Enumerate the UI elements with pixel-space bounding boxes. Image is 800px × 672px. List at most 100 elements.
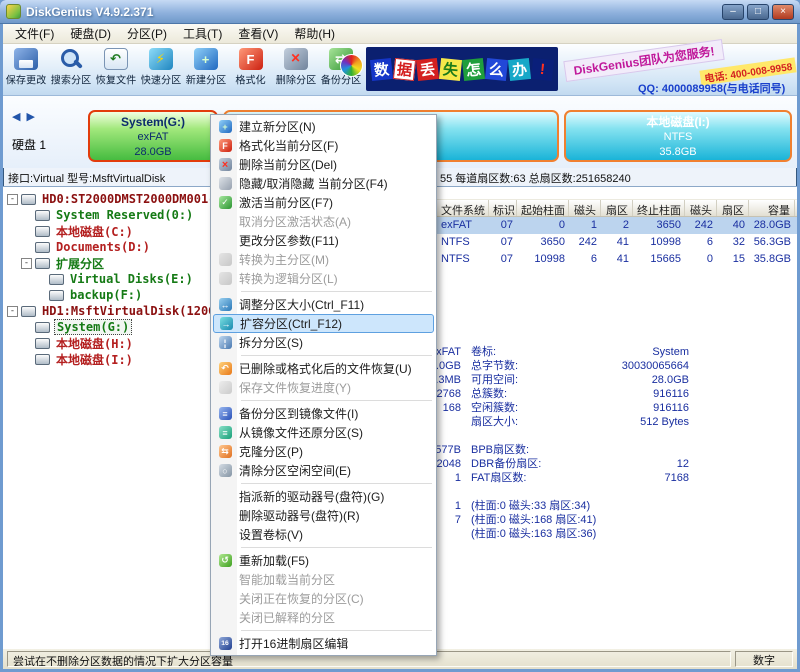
partition-blocks: System(G:)exFAT28.0GB本地磁盘(H:)NTFS56.3GB本…: [88, 110, 792, 162]
context-menu-item-4[interactable]: 激活当前分区(F7): [213, 193, 434, 212]
context-menu-item-14[interactable]: 已删除或格式化后的文件恢复(U): [213, 359, 434, 378]
tree-item-8[interactable]: System(G:): [5, 319, 229, 335]
toolbar-button-label: 恢复文件: [95, 73, 135, 88]
context-menu-item-1[interactable]: 格式化当前分区(F): [213, 136, 434, 155]
toolbar-new-partition-button[interactable]: 新建分区: [183, 44, 228, 88]
menu-separator: [241, 547, 432, 548]
drive-icon: [35, 226, 50, 237]
menu-item-label: 转换为逻辑分区(L): [239, 270, 338, 287]
backup-image-icon: [215, 407, 235, 420]
tree-item-4[interactable]: -扩展分区: [5, 255, 229, 271]
next-disk-arrow-icon[interactable]: ▶: [23, 111, 37, 123]
table-cell: 10998: [633, 234, 685, 251]
table-cell: 6: [569, 251, 601, 268]
context-menu-item-5: 取消分区激活状态(A): [213, 212, 434, 231]
tree-item-2[interactable]: 本地磁盘(C:): [5, 223, 229, 239]
details-label: (柱面:0 磁头:168 扇区:41): [471, 513, 601, 527]
menu-item-label: 克隆分区(P): [239, 443, 303, 460]
context-menu-item-19[interactable]: 克隆分区(P): [213, 442, 434, 461]
toolbar-format-button[interactable]: 格式化: [228, 44, 273, 88]
context-menu-item-27: 智能加载当前分区: [213, 570, 434, 589]
context-menu-item-11[interactable]: 扩容分区(Ctrl_F12): [213, 314, 434, 333]
partition-block-2[interactable]: 本地磁盘(I:)NTFS35.8GB: [564, 110, 792, 162]
search-icon: [59, 48, 83, 70]
context-menu-item-0[interactable]: 建立新分区(N): [213, 117, 434, 136]
table-cell: 07: [489, 217, 517, 234]
tree-item-1[interactable]: System Reserved(0:): [5, 207, 229, 223]
drive-icon: [35, 354, 50, 365]
table-cell: 41: [601, 251, 633, 268]
menu-item-label: 取消分区激活状态(A): [239, 213, 351, 230]
menu-item-label: 拆分分区(S): [239, 334, 303, 351]
menu-item-0[interactable]: 文件(F): [7, 23, 62, 44]
tree-collapse-icon[interactable]: -: [7, 306, 18, 317]
table-cell: NTFS: [437, 251, 489, 268]
tree-item-10[interactable]: 本地磁盘(I:): [5, 351, 229, 367]
context-menu-item-8: 转换为逻辑分区(L): [213, 269, 434, 288]
context-menu-item-2[interactable]: 删除当前分区(Del): [213, 155, 434, 174]
context-menu-item-7: 转换为主分区(M): [213, 250, 434, 269]
menu-item-label: 删除驱动器号(盘符)(R): [239, 507, 360, 524]
tree-item-0[interactable]: -HD0:ST2000DMST2000DM001-1CH1: [5, 191, 229, 207]
context-menu-item-31[interactable]: 打开16进制扇区编辑: [213, 634, 434, 653]
new-partition-icon: [194, 48, 218, 70]
context-menu-item-12[interactable]: 拆分分区(S): [213, 333, 434, 352]
context-menu-item-26[interactable]: 重新加载(F5): [213, 551, 434, 570]
context-menu-item-3[interactable]: 隐藏/取消隐藏 当前分区(F4): [213, 174, 434, 193]
minimize-button[interactable]: –: [722, 4, 744, 20]
details-label: 卷标:: [471, 345, 601, 359]
context-menu-item-10[interactable]: 调整分区大小(Ctrl_F11): [213, 295, 434, 314]
clone-icon: [215, 445, 235, 458]
ad-char-tile: 数: [370, 57, 393, 80]
context-menu-item-24[interactable]: 设置卷标(V): [213, 525, 434, 544]
menu-item-4[interactable]: 查看(V): [230, 23, 286, 44]
close-button[interactable]: ×: [772, 4, 794, 20]
tree-collapse-icon[interactable]: -: [21, 258, 32, 269]
details-value: [601, 499, 689, 513]
tree-item-7[interactable]: -HD1:MsftVirtualDisk(120GB): [5, 303, 229, 319]
prev-disk-arrow-icon[interactable]: ◀: [9, 111, 23, 123]
delete-partition-icon: [215, 158, 235, 171]
toolbar-save-button[interactable]: 保存更改: [3, 44, 48, 88]
app-icon: [6, 4, 21, 19]
toolbar-quick-partition-button[interactable]: 快速分区: [138, 44, 183, 88]
ad-char-tile: 办: [508, 57, 531, 80]
context-menu-item-17[interactable]: 备份分区到镜像文件(I): [213, 404, 434, 423]
drive-icon: [35, 338, 50, 349]
menu-item-3[interactable]: 工具(T): [175, 23, 230, 44]
toolbar-recover-file-button[interactable]: 恢复文件: [93, 44, 138, 88]
context-menu-item-20[interactable]: 清除分区空闲空间(E): [213, 461, 434, 480]
context-menu-item-18[interactable]: 从镜像文件还原分区(S): [213, 423, 434, 442]
context-menu-item-22[interactable]: 指派新的驱动器号(盘符)(G): [213, 487, 434, 506]
tree-item-9[interactable]: 本地磁盘(H:): [5, 335, 229, 351]
menu-item-2[interactable]: 分区(P): [119, 23, 175, 44]
details-label: 可用空间:: [471, 373, 601, 387]
table-cell: 3650: [633, 217, 685, 234]
hide-partition-icon: [215, 177, 235, 190]
table-cell: 35.8GB: [749, 251, 795, 268]
menu-item-1[interactable]: 硬盘(D): [62, 23, 119, 44]
details-label: 总字节数:: [471, 359, 601, 373]
menu-bar: 文件(F)硬盘(D)分区(P)工具(T)查看(V)帮助(H): [3, 24, 797, 44]
tree-item-3[interactable]: Documents(D:): [5, 239, 229, 255]
ad-slogan-tiles: 数据丢失怎么办!: [366, 47, 558, 91]
activate-icon: [215, 196, 235, 209]
menu-item-label: 关闭正在恢复的分区(C): [239, 590, 364, 607]
ad-banner[interactable]: 数据丢失怎么办! DiskGenius团队为您服务! 电话: 400-008-9…: [366, 46, 796, 94]
drive-icon: [49, 290, 64, 301]
partition-block-0[interactable]: System(G:)exFAT28.0GB: [88, 110, 218, 162]
tree-item-5[interactable]: Virtual Disks(E:): [5, 271, 229, 287]
context-menu-item-23[interactable]: 删除驱动器号(盘符)(R): [213, 506, 434, 525]
tree-item-6[interactable]: backup(F:): [5, 287, 229, 303]
tree-item-label: backup(F:): [68, 288, 144, 302]
toolbar-button-label: 格式化: [235, 73, 265, 88]
maximize-button[interactable]: □: [747, 4, 769, 20]
menu-item-5[interactable]: 帮助(H): [286, 23, 343, 44]
tree-collapse-icon[interactable]: -: [7, 194, 18, 205]
context-menu-item-6[interactable]: 更改分区参数(F11): [213, 231, 434, 250]
table-cell: 56.3GB: [749, 234, 795, 251]
toolbar-delete-partition-button[interactable]: 删除分区: [273, 44, 318, 88]
table-cell: 242: [685, 217, 717, 234]
table-cell: 15665: [633, 251, 685, 268]
toolbar-search-button[interactable]: 搜索分区: [48, 44, 93, 88]
